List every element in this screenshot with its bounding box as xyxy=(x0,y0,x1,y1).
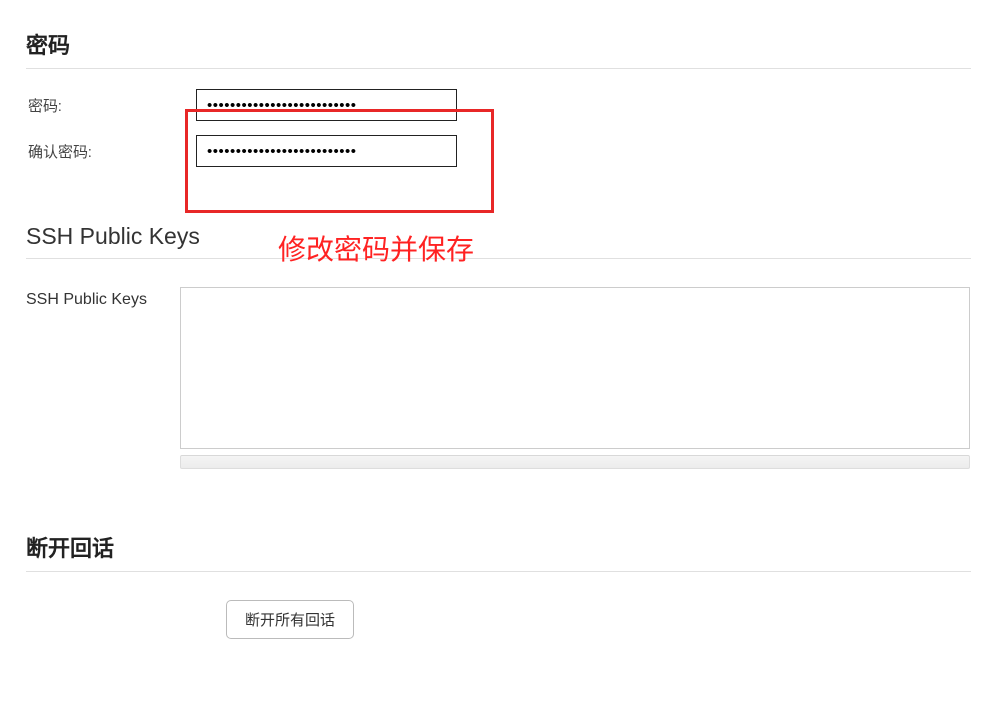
password-section-heading: 密码 xyxy=(26,28,971,69)
ssh-section: SSH Public Keys SSH Public Keys xyxy=(26,223,984,469)
annotation-text: 修改密码并保存 xyxy=(278,228,474,268)
disconnect-section: 断开回话 断开所有回话 xyxy=(26,531,984,639)
confirm-password-row: 确认密码: xyxy=(26,135,984,167)
password-input[interactable] xyxy=(196,89,457,121)
password-row: 密码: xyxy=(26,89,984,121)
ssh-row: SSH Public Keys xyxy=(26,287,984,449)
ssh-label: SSH Public Keys xyxy=(26,287,180,309)
confirm-password-label: 确认密码: xyxy=(26,141,196,162)
ssh-section-heading: SSH Public Keys xyxy=(26,223,971,259)
confirm-password-input[interactable] xyxy=(196,135,457,167)
ssh-scrollbar[interactable] xyxy=(180,455,970,469)
disconnect-section-heading: 断开回话 xyxy=(26,531,971,572)
ssh-textarea[interactable] xyxy=(180,287,970,449)
password-section: 密码 密码: 确认密码: xyxy=(26,28,984,167)
password-label: 密码: xyxy=(26,95,196,116)
disconnect-all-button[interactable]: 断开所有回话 xyxy=(226,600,354,639)
